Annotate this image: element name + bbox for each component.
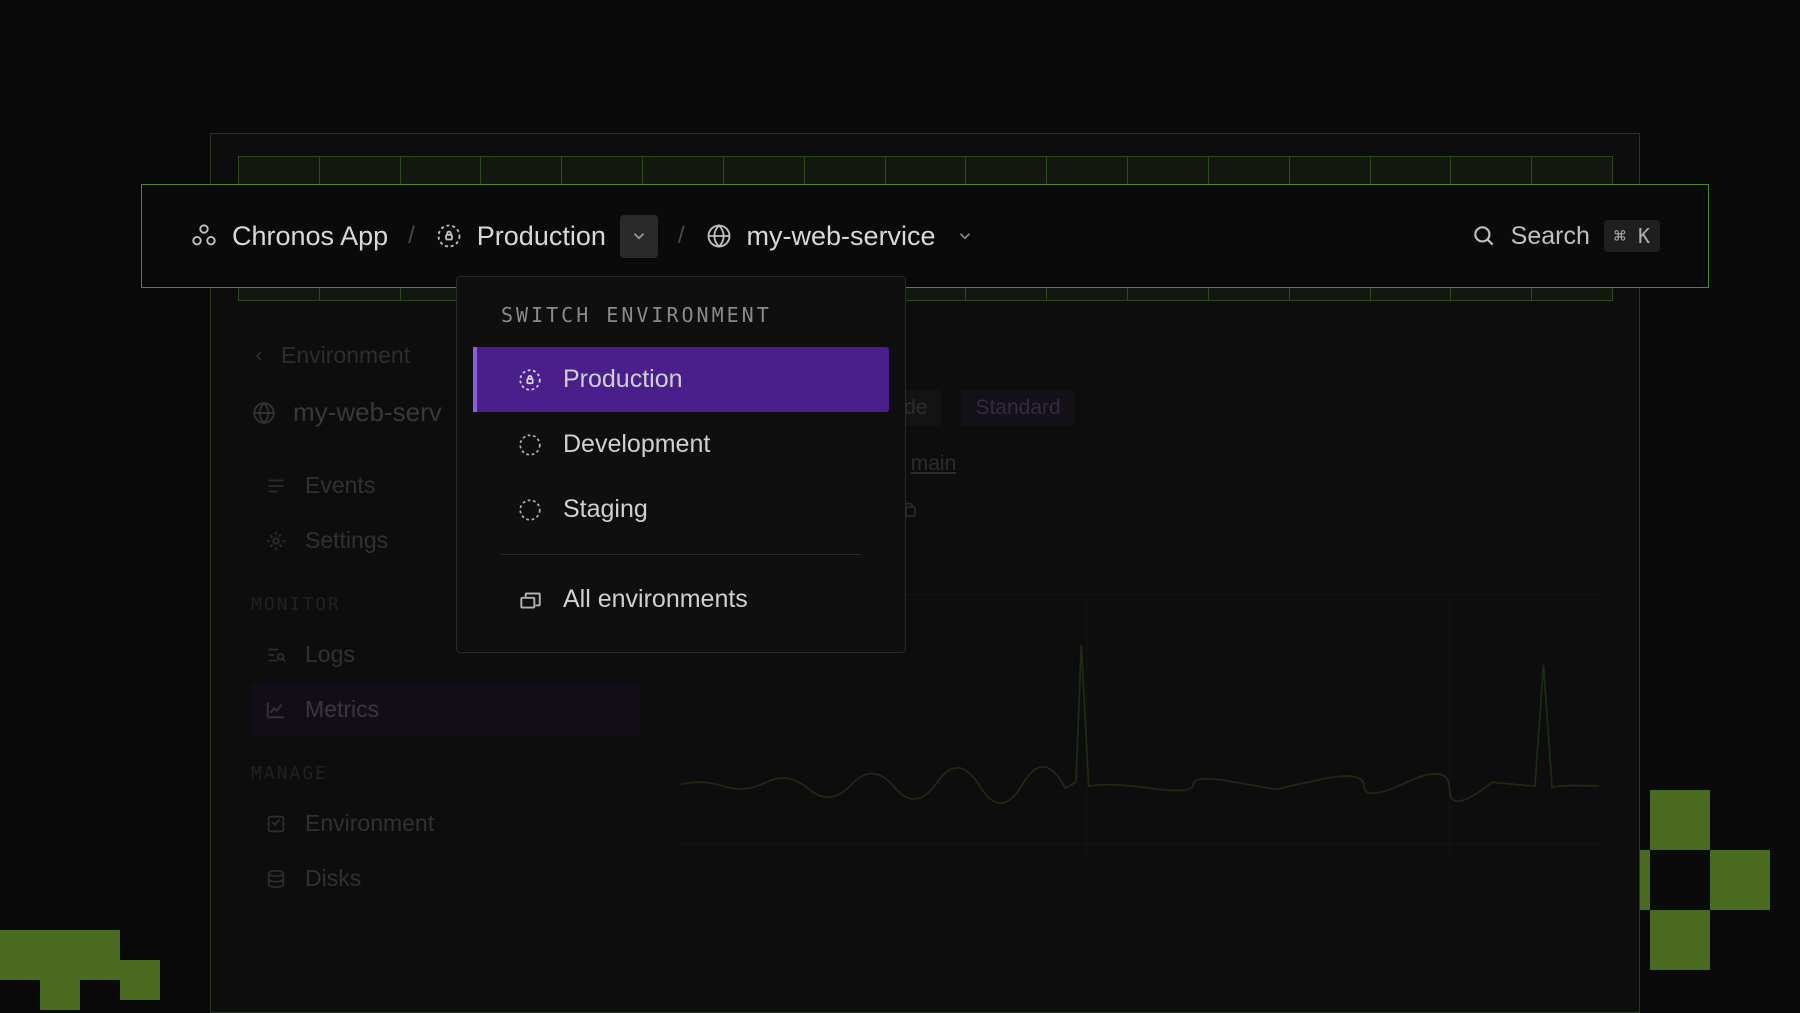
- app-icon: [190, 222, 218, 250]
- decorative-block: [120, 960, 160, 1000]
- globe-icon: [251, 400, 277, 426]
- gear-icon: [265, 530, 287, 552]
- disk-icon: [265, 868, 287, 890]
- sidebar-back-label: Environment: [281, 342, 410, 369]
- list-icon: [265, 475, 287, 497]
- env-option-development[interactable]: Development: [473, 412, 889, 477]
- env-option-label: Staging: [563, 495, 648, 524]
- dropdown-divider: [501, 554, 861, 555]
- chevron-down-icon: [956, 227, 974, 245]
- breadcrumb-env-label: Production: [477, 221, 606, 252]
- env-ring-icon: [517, 497, 543, 523]
- log-search-icon: [265, 644, 287, 666]
- breadcrumb: Chronos App / Production / my: [190, 215, 974, 258]
- chart-line-icon: [265, 699, 287, 721]
- sidebar-item-label: Logs: [305, 641, 355, 668]
- search-icon: [1471, 223, 1497, 249]
- sidebar-title-label: my-web-serv: [293, 397, 442, 428]
- search-shortcut: ⌘ K: [1604, 220, 1660, 252]
- env-chevron-wrap[interactable]: [620, 215, 658, 258]
- env-icon: [265, 813, 287, 835]
- env-ring-lock-icon: [517, 367, 543, 393]
- breadcrumb-service[interactable]: my-web-service: [705, 221, 974, 252]
- chevron-left-icon: [251, 348, 267, 364]
- plan-badge: Standard: [961, 390, 1074, 426]
- decorative-block: [1650, 910, 1710, 970]
- decorative-block: [1650, 790, 1710, 850]
- chevron-down-icon: [630, 227, 648, 245]
- env-ring-lock-icon: [435, 222, 463, 250]
- env-option-label: Production: [563, 365, 683, 394]
- sidebar-item-label: Metrics: [305, 696, 379, 723]
- breadcrumb-separator: /: [678, 222, 685, 250]
- sidebar-item-metrics[interactable]: Metrics: [251, 682, 641, 737]
- dropdown-header: SWITCH ENVIRONMENT: [457, 277, 905, 347]
- sidebar-item-disks[interactable]: Disks: [251, 851, 641, 906]
- breadcrumb-app-label: Chronos App: [232, 221, 388, 252]
- sidebar-item-environment[interactable]: Environment: [251, 796, 641, 851]
- sidebar-item-label: Environment: [305, 810, 434, 837]
- dimmed-content: Environment my-web-serv Events Settings: [211, 334, 1639, 1012]
- sidebar-section-manage: MANAGE: [251, 737, 641, 796]
- env-ring-icon: [517, 432, 543, 458]
- app-frame: Chronos App / Production / my: [210, 133, 1640, 1013]
- search-button[interactable]: Search ⌘ K: [1471, 220, 1660, 252]
- sidebar-item-label: Disks: [305, 865, 361, 892]
- search-label: Search: [1511, 222, 1590, 251]
- globe-icon: [705, 222, 733, 250]
- branch-link[interactable]: main: [911, 452, 957, 476]
- decorative-block: [1710, 850, 1770, 910]
- env-option-label: All environments: [563, 585, 748, 614]
- breadcrumb-env[interactable]: Production: [435, 215, 658, 258]
- sidebar-item-label: Events: [305, 472, 375, 499]
- breadcrumb-service-label: my-web-service: [747, 221, 936, 252]
- top-bar: Chronos App / Production / my: [141, 184, 1709, 288]
- stack-icon: [517, 587, 543, 613]
- decorative-block: [40, 970, 80, 1010]
- breadcrumb-separator: /: [408, 222, 415, 250]
- env-option-staging[interactable]: Staging: [473, 477, 889, 542]
- breadcrumb-app[interactable]: Chronos App: [190, 221, 388, 252]
- sidebar-item-label: Settings: [305, 527, 388, 554]
- env-option-label: Development: [563, 430, 710, 459]
- env-option-production[interactable]: Production: [473, 347, 889, 412]
- env-option-all[interactable]: All environments: [473, 567, 889, 632]
- env-switcher-dropdown: SWITCH ENVIRONMENT Production Developmen…: [456, 276, 906, 653]
